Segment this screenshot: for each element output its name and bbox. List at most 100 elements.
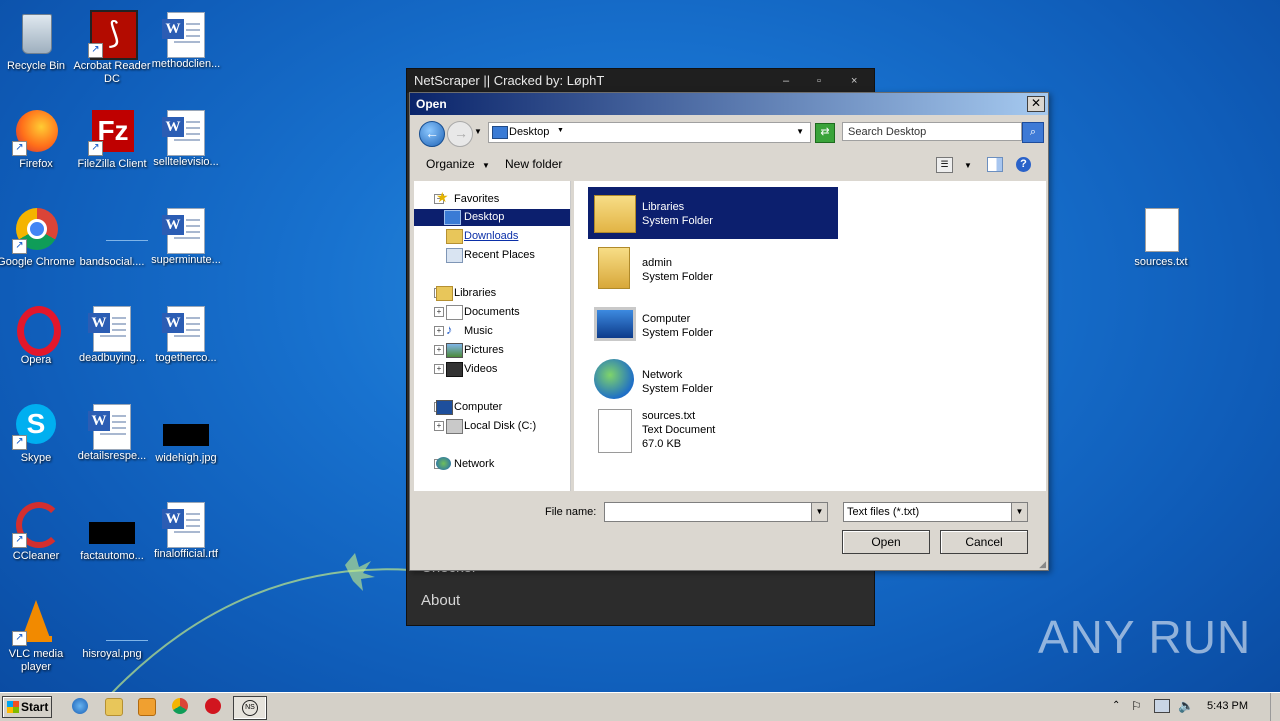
netscraper-titlebar: NetScraper || Cracked by: LøphT (407, 69, 874, 93)
view-dropdown-icon[interactable]: ▼ (964, 161, 972, 170)
network-tray-icon[interactable] (1154, 699, 1170, 713)
tree-favorites[interactable]: − ★ Favorites (434, 189, 499, 208)
back-button[interactable]: ← (419, 121, 445, 147)
file-type-select[interactable]: Text files (*.txt) ▼ (843, 502, 1028, 522)
view-options-icon[interactable]: ☰ (936, 157, 953, 173)
desktop-icon-superminute[interactable]: W superminute... (146, 202, 226, 292)
desktop-icon-deadbuying[interactable]: W deadbuying... (72, 300, 152, 390)
refresh-button[interactable]: ⇄ (815, 123, 835, 143)
dialog-title: Open (416, 97, 447, 111)
file-item[interactable]: sources.txt Text Document 67.0 KB (588, 405, 838, 457)
tree-local-disk[interactable]: + Local Disk (C:) (434, 418, 536, 435)
opera-icon[interactable] (205, 698, 221, 714)
filename-input[interactable]: ▼ (604, 502, 828, 522)
blank-file-icon (88, 206, 148, 254)
address-bar[interactable]: Desktop ▼ ▼ (488, 122, 811, 143)
file-item[interactable]: admin System Folder (588, 243, 838, 295)
expand-icon[interactable]: + (434, 307, 444, 317)
anyrun-watermark: ANY RUN (1038, 611, 1252, 663)
close-icon[interactable]: × (851, 69, 857, 93)
expand-icon[interactable]: + (434, 364, 444, 374)
expand-icon[interactable]: + (434, 421, 444, 431)
tree-videos[interactable]: + Videos (434, 361, 497, 378)
tree-desktop[interactable]: Desktop (414, 209, 570, 226)
tree-documents[interactable]: + Documents (434, 304, 520, 321)
desktop-icon-firefox[interactable]: ↗ Firefox (0, 104, 76, 194)
firefox-icon: ↗ (12, 108, 60, 156)
volume-icon[interactable]: 🔈 (1178, 698, 1194, 714)
desktop-icon-sources-txt[interactable]: sources.txt (1121, 202, 1201, 292)
tree-pictures[interactable]: + Pictures (434, 342, 504, 359)
minimize-icon[interactable]: – (783, 69, 789, 93)
chevron-down-icon[interactable]: ▼ (1011, 503, 1027, 521)
desktop-icon-recycle-bin[interactable]: Recycle Bin (0, 6, 76, 96)
expand-icon[interactable]: + (434, 326, 444, 336)
tree-recent-places[interactable]: Recent Places (446, 247, 535, 264)
desktop-icon-acrobat[interactable]: ⟆ ↗ Acrobat Reader DC (72, 6, 152, 96)
menu-about[interactable]: About (421, 592, 460, 609)
desktop-icon-ccleaner[interactable]: ↗ CCleaner (0, 496, 76, 586)
desktop-icon-widehigh[interactable]: widehigh.jpg (146, 398, 226, 488)
desktop-folder-icon (492, 126, 508, 139)
search-icon[interactable]: ⌕ (1022, 122, 1044, 143)
desktop-icon-filezilla[interactable]: Fz ↗ FileZilla Client (72, 104, 152, 194)
tree-libraries[interactable]: −Libraries (434, 285, 496, 302)
desktop-icon-bandsocial[interactable]: bandsocial.... (72, 202, 152, 292)
breadcrumb-arrow-icon[interactable]: ▼ (557, 127, 564, 134)
show-desktop-button[interactable] (1270, 693, 1280, 721)
desktop-icon-methodclien[interactable]: W methodclien... (146, 6, 226, 96)
file-item[interactable]: Libraries System Folder (588, 187, 838, 239)
desktop-icon-detailsrespe[interactable]: W detailsrespe... (72, 398, 152, 488)
organize-button[interactable]: Organize ▼ (426, 157, 490, 171)
recent-pages-chevron-icon[interactable]: ▼ (474, 127, 482, 136)
desktop-icon-skype[interactable]: S ↗ Skype (0, 398, 76, 488)
netscraper-taskbar-button[interactable]: NS (233, 696, 267, 720)
word-document-icon: W (162, 110, 205, 156)
maximize-icon[interactable]: ▫ (817, 69, 821, 93)
desktop-icon-opera[interactable]: Opera (0, 300, 76, 390)
back-arrow-icon: ← (425, 125, 439, 141)
start-button[interactable]: Start (2, 696, 52, 718)
forward-button[interactable]: → (447, 121, 473, 147)
chevron-down-icon: ▼ (482, 161, 490, 170)
file-item[interactable]: Computer System Folder (588, 299, 838, 351)
address-dropdown-icon[interactable]: ▼ (796, 127, 804, 136)
text-document-icon (1137, 206, 1185, 254)
clock[interactable]: 5:43 PM (1207, 700, 1248, 712)
cancel-button[interactable]: Cancel (940, 530, 1028, 554)
address-text: Desktop (509, 126, 550, 138)
network-icon (594, 359, 634, 399)
star-icon: ★ (436, 189, 449, 205)
text-document-icon (598, 409, 632, 453)
expand-icon[interactable]: + (434, 345, 444, 355)
new-folder-button[interactable]: New folder (505, 157, 562, 171)
filename-label: File name: (545, 506, 597, 518)
recent-places-icon (446, 248, 463, 263)
resize-grip-icon[interactable]: ◢ (1039, 559, 1046, 570)
tree-downloads[interactable]: Downloads (446, 228, 518, 245)
chrome-icon[interactable] (172, 698, 188, 714)
search-input[interactable]: Search Desktop (842, 122, 1022, 141)
open-button[interactable]: Open (842, 530, 930, 554)
chevron-down-icon[interactable]: ▼ (811, 503, 827, 521)
file-item[interactable]: Network System Folder (588, 355, 838, 407)
media-player-icon[interactable] (138, 698, 156, 716)
acrobat-icon: ⟆ ↗ (88, 10, 138, 60)
explorer-folder-icon[interactable] (105, 698, 123, 716)
tree-music[interactable]: + ♪ Music (434, 322, 493, 340)
desktop-icon-selltelevisio[interactable]: W selltelevisio... (146, 104, 226, 194)
desktop-icon-togetherco[interactable]: W togetherco... (146, 300, 226, 390)
downloads-folder-icon (446, 229, 463, 244)
internet-explorer-icon[interactable] (72, 698, 88, 714)
close-icon[interactable]: ✕ (1027, 96, 1045, 112)
tree-computer[interactable]: −Computer (434, 399, 502, 416)
word-document-icon: W (88, 306, 131, 352)
preview-pane-icon[interactable] (987, 157, 1003, 172)
show-hidden-icons-chevron-icon[interactable]: ⌃ (1112, 700, 1120, 711)
tree-network[interactable]: +Network (434, 456, 494, 473)
desktop-icon-vlc[interactable]: ↗ VLC media player (0, 594, 76, 684)
help-icon[interactable]: ? (1016, 157, 1031, 172)
action-center-flag-icon[interactable]: ⚐ (1131, 699, 1142, 713)
chrome-icon: ↗ (12, 206, 60, 254)
desktop-icon-chrome[interactable]: ↗ Google Chrome (0, 202, 76, 292)
